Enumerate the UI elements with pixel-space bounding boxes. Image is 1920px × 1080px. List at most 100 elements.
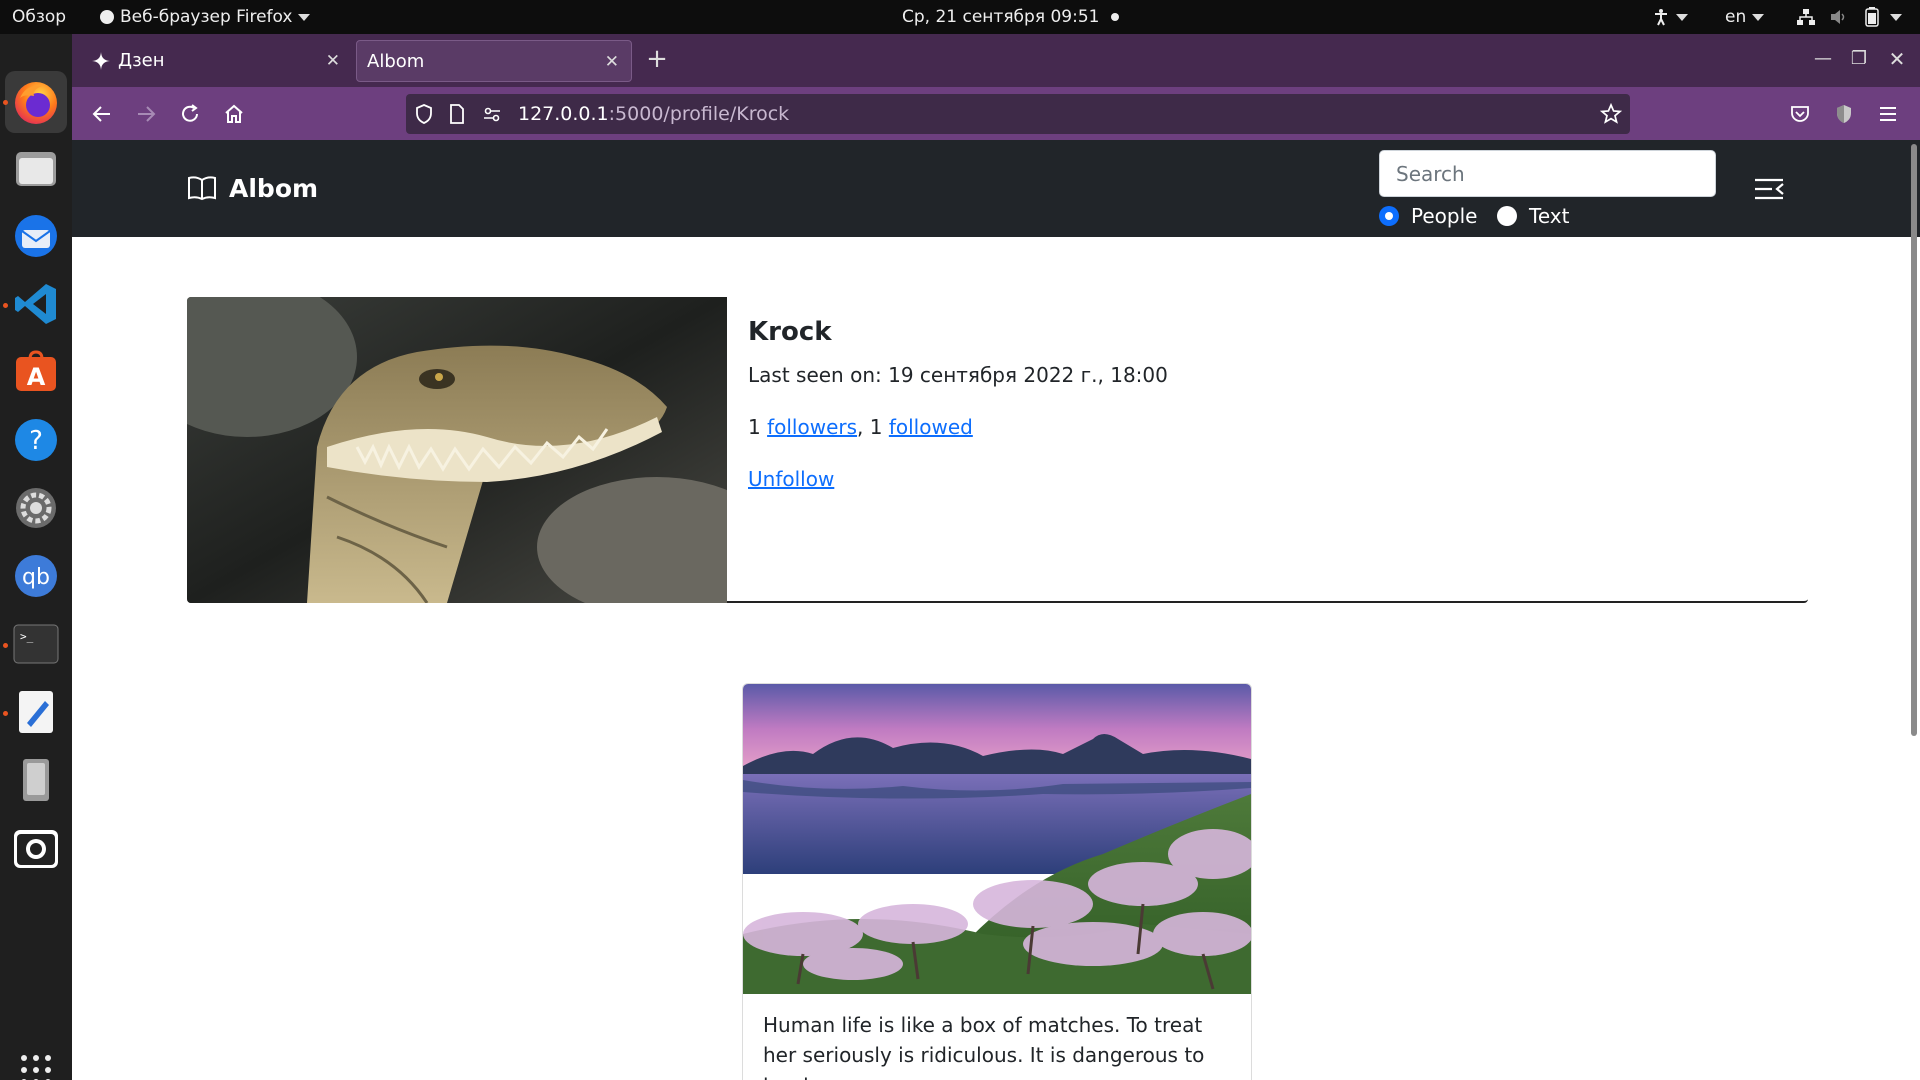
- page-icon: [450, 104, 464, 124]
- close-tab-icon[interactable]: ✕: [605, 41, 619, 83]
- chevron-down-icon: [1890, 13, 1903, 21]
- page-scrollbar[interactable]: [1911, 144, 1917, 736]
- dzen-favicon-icon: [92, 52, 110, 70]
- svg-text:qb: qb: [22, 565, 50, 590]
- tab-albom[interactable]: Albom ✕: [356, 40, 632, 82]
- system-menu[interactable]: [1796, 0, 1903, 34]
- clock-button[interactable]: Ср, 21 сентября 09:51: [902, 0, 1120, 34]
- running-indicator: [3, 711, 8, 716]
- permissions-icon: [484, 107, 500, 122]
- chevron-down-icon: [1752, 13, 1765, 21]
- system-top-bar: Обзор Веб-браузер Firefox Ср, 21 сентябр…: [0, 0, 1920, 34]
- text-editor-icon[interactable]: [11, 687, 61, 737]
- search-mode-people[interactable]: People: [1379, 200, 1477, 232]
- files-icon[interactable]: [11, 143, 61, 193]
- back-button[interactable]: [84, 96, 120, 132]
- pocket-button[interactable]: [1782, 96, 1818, 132]
- chevron-down-icon: [1676, 13, 1688, 21]
- followed-link[interactable]: followed: [889, 415, 973, 439]
- terminal-icon[interactable]: >_: [11, 619, 61, 669]
- brand-name: Albom: [229, 173, 319, 203]
- followers-link[interactable]: followers: [767, 415, 857, 439]
- ubuntu-dock: A ? qb >_: [0, 34, 72, 1080]
- arrow-left-icon: [92, 106, 110, 122]
- thunderbird-icon[interactable]: [11, 211, 61, 261]
- shield-icon: [416, 104, 432, 124]
- app-grid-icon[interactable]: [11, 1045, 61, 1080]
- reload-button[interactable]: [172, 96, 208, 132]
- address-bar[interactable]: 127.0.0.1:5000/profile/Krock: [406, 94, 1630, 134]
- network-icon: [1797, 9, 1815, 25]
- profile-info: Krock Last seen on: 19 сентября 2022 г.,…: [748, 317, 1168, 491]
- svg-text:?: ?: [29, 426, 43, 456]
- profile-photo: [187, 297, 727, 603]
- firefox-small-icon: [100, 10, 114, 24]
- profile-name: Krock: [748, 317, 832, 347]
- vscode-icon[interactable]: [11, 279, 61, 329]
- privacy-shield-icon: [1837, 105, 1851, 123]
- home-button[interactable]: [216, 96, 252, 132]
- hamburger-menu-icon: [1880, 107, 1896, 121]
- new-tab-button[interactable]: +: [640, 42, 674, 76]
- arrow-right-icon: [138, 106, 156, 122]
- close-tab-icon[interactable]: ✕: [326, 40, 340, 82]
- url-text: 127.0.0.1:5000/profile/Krock: [518, 94, 789, 134]
- volume-muted-icon: [1831, 10, 1845, 24]
- language-label: en: [1725, 7, 1747, 27]
- chevron-down-icon: [298, 13, 311, 21]
- reload-icon: [182, 104, 198, 122]
- follow-stats: 1 followers, 1 followed: [748, 415, 973, 439]
- app-menu-button[interactable]: Веб-браузер Firefox: [100, 0, 311, 34]
- radio-people-label: People: [1411, 204, 1478, 228]
- radio-text-label: Text: [1529, 204, 1570, 228]
- followed-count: 1: [869, 415, 883, 439]
- post-photo: [743, 684, 1251, 994]
- tab-title: Albom: [367, 51, 425, 72]
- site-navbar: Albom People Text: [72, 140, 1920, 237]
- search-mode-text[interactable]: Text: [1497, 200, 1569, 232]
- unfollow-link[interactable]: Unfollow: [748, 467, 834, 491]
- browser-tab-bar: Дзен ✕ Albom ✕ + — ❐ ✕: [72, 34, 1920, 87]
- notification-dot-icon: [1111, 13, 1120, 21]
- last-seen-value: 19 сентября 2022 г., 18:00: [888, 363, 1168, 387]
- removable-drive-icon[interactable]: [11, 755, 61, 805]
- battery-icon: [1865, 7, 1879, 27]
- settings-icon[interactable]: [11, 483, 61, 533]
- bookmark-star-icon[interactable]: [1600, 103, 1622, 125]
- tab-title: Дзен: [118, 50, 165, 71]
- app-center-icon[interactable]: A: [11, 347, 61, 397]
- activities-button[interactable]: Обзор: [12, 0, 66, 34]
- svg-text:>_: >_: [20, 630, 34, 643]
- clock-label: Ср, 21 сентября 09:51: [902, 7, 1100, 27]
- last-seen: Last seen on: 19 сентября 2022 г., 18:00: [748, 363, 1168, 387]
- restore-window-button[interactable]: ❐: [1842, 42, 1876, 76]
- running-indicator: [3, 303, 8, 308]
- forward-button[interactable]: [128, 96, 164, 132]
- screenshot-icon[interactable]: [11, 823, 61, 873]
- extension-button[interactable]: [1826, 96, 1862, 132]
- help-icon[interactable]: ?: [11, 415, 61, 465]
- running-indicator: [3, 100, 8, 105]
- sidebar-toggle-icon[interactable]: [1752, 172, 1786, 206]
- search-input[interactable]: [1379, 150, 1716, 197]
- followers-count: 1: [748, 415, 761, 439]
- app-menu-button[interactable]: [1870, 96, 1906, 132]
- minimize-window-button[interactable]: —: [1806, 42, 1840, 76]
- qbittorrent-icon[interactable]: qb: [11, 551, 61, 601]
- browser-toolbar: 127.0.0.1:5000/profile/Krock: [72, 87, 1920, 140]
- close-window-button[interactable]: ✕: [1880, 42, 1914, 76]
- app-menu-label: Веб-браузер Firefox: [120, 7, 293, 27]
- url-path: :5000/profile/Krock: [608, 103, 790, 125]
- language-menu[interactable]: en: [1725, 0, 1765, 34]
- firefox-icon[interactable]: [11, 77, 61, 127]
- home-icon: [225, 104, 243, 123]
- svg-text:A: A: [27, 363, 46, 391]
- radio-text[interactable]: [1497, 206, 1517, 226]
- brand-link[interactable]: Albom: [187, 170, 318, 206]
- tab-dzen[interactable]: Дзен ✕: [80, 40, 352, 82]
- web-page: Albom People Text: [72, 140, 1920, 1080]
- post-text: Human life is like a box of matches. To …: [763, 1013, 1205, 1080]
- running-indicator: [3, 643, 8, 648]
- accessibility-menu[interactable]: [1652, 0, 1688, 34]
- radio-people[interactable]: [1379, 206, 1399, 226]
